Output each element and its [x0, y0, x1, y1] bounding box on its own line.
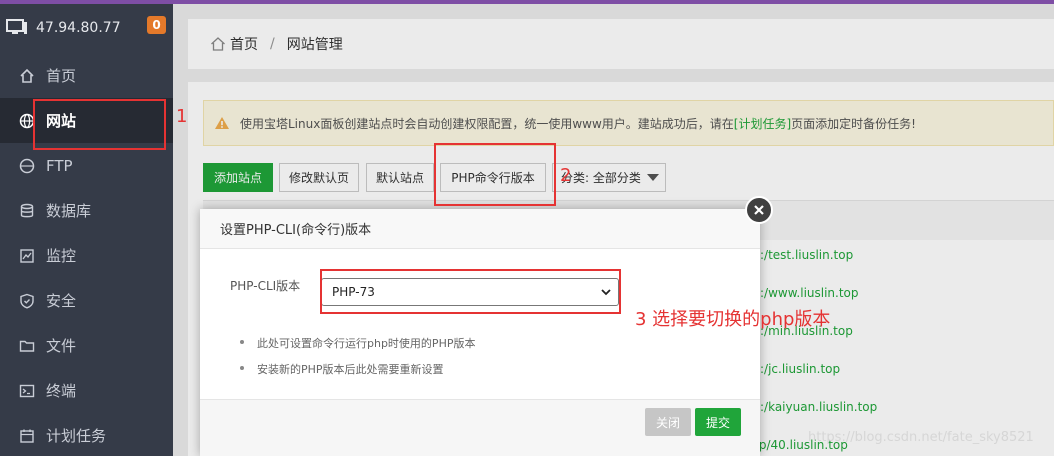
sidebar-item-label: 监控: [46, 247, 77, 265]
watermark: https://blog.csdn.net/fate_sky8521: [808, 430, 1034, 445]
close-icon: [754, 205, 764, 215]
submit-button[interactable]: 提交: [695, 408, 741, 436]
sidebar-item-label: 数据库: [46, 202, 92, 220]
annotation-step1: 1: [176, 106, 188, 127]
ftp-icon: [18, 157, 36, 175]
close-button[interactable]: 关闭: [645, 408, 691, 436]
annotation-step2: 2: [560, 165, 572, 186]
annotation-step3: 3 选择要切换的php版本: [635, 309, 831, 330]
sidebar-item-label: 文件: [46, 337, 77, 355]
sidebar-item-label: 首页: [46, 67, 77, 85]
annotation-box-website: [33, 99, 166, 150]
home-icon: [18, 67, 36, 85]
terminal-icon: [18, 382, 36, 400]
tip-item: 此处可设置命令行运行php时使用的PHP版本: [240, 335, 475, 351]
php-cli-field-label: PHP-CLI版本: [230, 279, 301, 293]
sidebar-item-label: 计划任务: [46, 427, 107, 445]
php-cli-dialog: 设置PHP-CLI(命令行)版本 PHP-CLI版本 PHP-73 此处可设置命…: [200, 209, 760, 456]
tip-item: 安装新的PHP版本后此处需要重新设置: [240, 361, 475, 377]
sidebar-item-home[interactable]: 首页: [0, 53, 173, 98]
sidebar-item-label: FTP: [46, 156, 73, 175]
notification-badge[interactable]: 0: [147, 16, 166, 34]
server-icon: [6, 19, 27, 34]
server-ip: 47.94.80.77: [36, 20, 121, 36]
calendar-icon: [18, 427, 36, 445]
dialog-title: 设置PHP-CLI(命令行)版本: [200, 209, 760, 249]
sidebar-item-cron[interactable]: 计划任务: [0, 413, 173, 456]
dialog-close-button[interactable]: [745, 196, 773, 224]
sidebar-item-files[interactable]: 文件: [0, 323, 173, 368]
database-icon: [18, 202, 36, 220]
monitor-icon: [18, 247, 36, 265]
sidebar-item-label: 安全: [46, 292, 77, 310]
sidebar-item-label: 终端: [46, 382, 77, 400]
sidebar-item-monitor[interactable]: 监控: [0, 233, 173, 278]
sidebar-item-security[interactable]: 安全: [0, 278, 173, 323]
shield-icon: [18, 292, 36, 310]
sidebar-item-terminal[interactable]: 终端: [0, 368, 173, 413]
folder-icon: [18, 337, 36, 355]
dialog-tips: 此处可设置命令行运行php时使用的PHP版本 安装新的PHP版本后此处需要重新设…: [240, 335, 475, 387]
annotation-box-php-cli: [434, 143, 556, 206]
sidebar-item-database[interactable]: 数据库: [0, 188, 173, 233]
annotation-box-select: [320, 269, 621, 314]
